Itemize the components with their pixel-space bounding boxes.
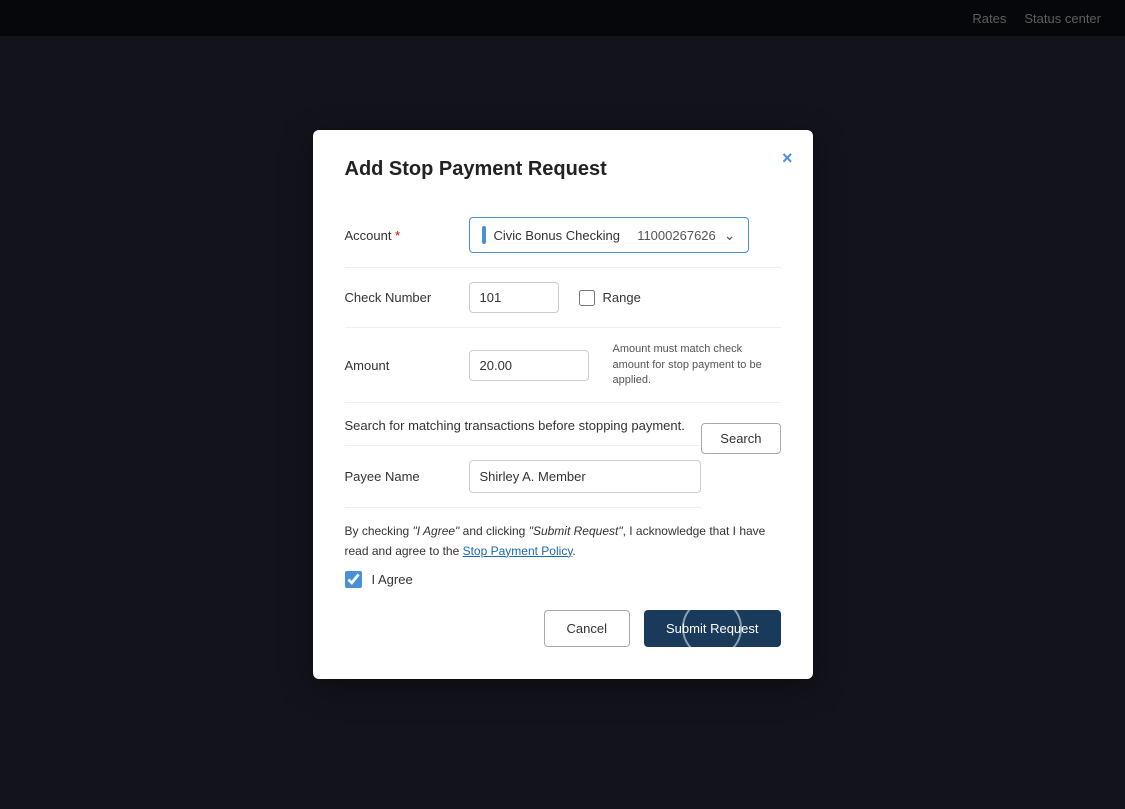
- i-agree-row: I Agree: [345, 571, 781, 588]
- check-number-label: Check Number: [345, 290, 455, 305]
- account-label: Account *: [345, 228, 455, 243]
- stop-payment-policy-link[interactable]: Stop Payment Policy: [463, 544, 573, 558]
- i-agree-label: I Agree: [372, 572, 413, 587]
- modal-close-button[interactable]: ×: [782, 148, 793, 169]
- modal-title: Add Stop Payment Request: [345, 158, 781, 181]
- range-label: Range: [603, 290, 641, 305]
- check-number-input[interactable]: [469, 282, 559, 313]
- i-agree-checkbox[interactable]: [345, 571, 362, 588]
- account-number: 11000267626: [637, 228, 716, 243]
- modal-overlay: Add Stop Payment Request × Account * Civ…: [0, 0, 1125, 809]
- search-button[interactable]: Search: [701, 423, 780, 454]
- chevron-down-icon: ⌄: [724, 227, 736, 244]
- search-section: Search for matching transactions before …: [345, 403, 781, 446]
- submit-request-button[interactable]: Submit Request: [644, 610, 781, 647]
- range-area: Range: [579, 290, 641, 306]
- agreement-text: By checking "I Agree" and clicking "Subm…: [345, 522, 781, 560]
- check-number-row: Check Number Range: [345, 268, 781, 328]
- amount-row: Amount Amount must match check amount fo…: [345, 328, 781, 403]
- payee-name-row: Payee Name: [345, 446, 702, 508]
- amount-label: Amount: [345, 358, 455, 373]
- range-checkbox[interactable]: [579, 290, 595, 306]
- account-row: Account * Civic Bonus Checking 110002676…: [345, 203, 781, 268]
- account-dropdown[interactable]: Civic Bonus Checking 11000267626 ⌄: [469, 217, 749, 253]
- accent-bar: [482, 226, 486, 244]
- payee-name-label: Payee Name: [345, 469, 455, 484]
- search-prompt: Search for matching transactions before …: [345, 418, 685, 433]
- amount-input[interactable]: [469, 350, 589, 381]
- modal-footer: Cancel Submit Request: [345, 610, 781, 647]
- add-stop-payment-modal: Add Stop Payment Request × Account * Civ…: [313, 130, 813, 679]
- cancel-button[interactable]: Cancel: [544, 610, 630, 647]
- required-indicator: *: [395, 228, 400, 243]
- amount-hint: Amount must match check amount for stop …: [613, 342, 773, 388]
- payee-name-input[interactable]: [469, 460, 702, 493]
- account-name: Civic Bonus Checking: [494, 228, 630, 243]
